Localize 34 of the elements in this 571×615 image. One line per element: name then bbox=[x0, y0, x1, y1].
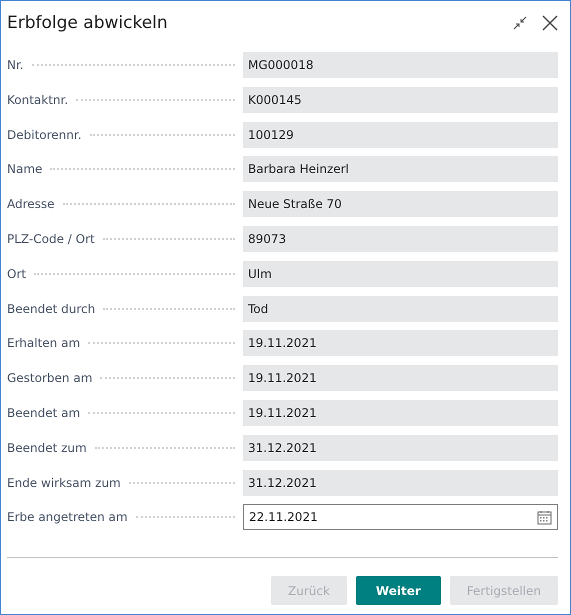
field-label: Erhalten am bbox=[7, 336, 80, 350]
read-only-field: 31.12.2021 bbox=[243, 470, 558, 496]
read-only-field: Tod bbox=[243, 296, 558, 322]
field-label: PLZ-Code / Ort bbox=[7, 232, 95, 246]
field-label: Erbe angetreten am bbox=[7, 510, 128, 524]
wizard-button[interactable]: Weiter bbox=[356, 576, 441, 606]
calendar-icon[interactable] bbox=[537, 510, 552, 525]
read-only-field: 100129 bbox=[243, 122, 558, 148]
field-label: Nr. bbox=[7, 58, 24, 72]
field-label: Beendet durch bbox=[7, 302, 96, 316]
read-only-field: 89073 bbox=[243, 226, 558, 252]
window-title: Erbfolge abwickeln bbox=[7, 13, 169, 33]
field-label: Name bbox=[7, 162, 42, 176]
date-field[interactable]: 22.11.2021 bbox=[243, 504, 558, 530]
field-label: Ende wirksam zum bbox=[7, 476, 121, 490]
read-only-field: K000145 bbox=[243, 86, 558, 113]
field-label: Ort bbox=[7, 266, 26, 281]
read-only-field: 19.11.2021 bbox=[243, 400, 558, 426]
read-only-field: 19.11.2021 bbox=[243, 365, 558, 392]
read-only-field: Barbara Heinzerl bbox=[243, 156, 558, 182]
field-label: Adresse bbox=[7, 197, 55, 212]
field-label: Beendet am bbox=[7, 406, 80, 420]
field-label: Beendet zum bbox=[7, 440, 87, 455]
field-label: Debitorennr. bbox=[7, 128, 82, 142]
read-only-field: 31.12.2021 bbox=[243, 434, 558, 461]
field-label: Kontaktnr. bbox=[7, 92, 68, 107]
collapse-icon[interactable] bbox=[512, 15, 528, 31]
field-value: 22.11.2021 bbox=[249, 510, 318, 524]
read-only-field: Neue Straße 70 bbox=[243, 191, 558, 218]
read-only-field: MG000018 bbox=[243, 52, 558, 78]
field-label: Gestorben am bbox=[7, 371, 92, 386]
read-only-field: 19.11.2021 bbox=[243, 330, 558, 356]
close-icon[interactable] bbox=[542, 15, 558, 31]
read-only-field: Ulm bbox=[243, 260, 558, 287]
